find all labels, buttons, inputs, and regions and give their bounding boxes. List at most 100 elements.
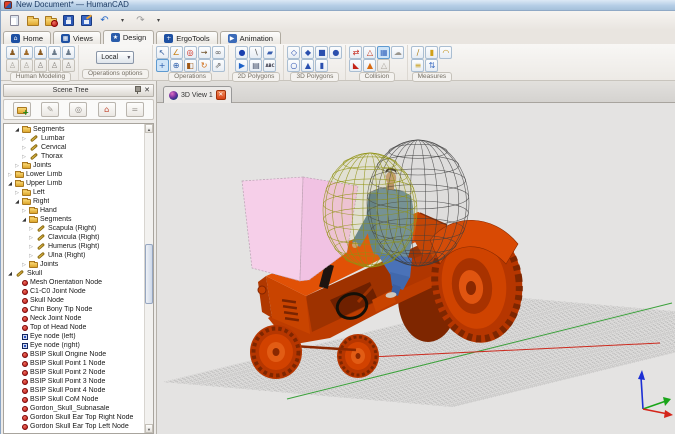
line-2d-icon[interactable]: ∖ [249, 46, 262, 59]
undo-icon[interactable]: ↶ [97, 13, 112, 28]
ribbon-tab[interactable]: + ErgoTools [156, 31, 217, 44]
polyhedron-3d-icon[interactable]: ◆ [301, 46, 314, 59]
view-tab-3d-view-1[interactable]: 3D View 1 ✕ [163, 86, 232, 103]
tree-item[interactable]: ▷ Joints [4, 161, 144, 170]
collision-warning-icon[interactable]: ▲ [363, 59, 376, 72]
close-document-icon[interactable] [43, 13, 58, 28]
collision-object-icon[interactable]: ◣ [349, 59, 362, 72]
options-button[interactable]: = [126, 102, 144, 117]
tree-item[interactable]: Mesh Orientation Node [4, 278, 144, 287]
group-label[interactable]: 2D Polygons [232, 72, 281, 82]
tree-expand-arrow[interactable]: ▷ [14, 163, 20, 169]
collision-triangle-icon[interactable]: △ [363, 46, 376, 59]
rotate-icon[interactable]: ↻ [198, 59, 211, 72]
scrollbar-thumb[interactable] [145, 244, 153, 304]
ribbon-tab[interactable]: ⌂ Home [3, 31, 51, 44]
tree-expand-arrow[interactable]: ◢ [14, 127, 20, 133]
tree-item[interactable]: Eye node (right) [4, 341, 144, 350]
tree-item[interactable]: BSIP Skull Point 1 Node [4, 359, 144, 368]
tree-item[interactable]: ◢ Right [4, 197, 144, 206]
tree-item[interactable]: ◢ Segments [4, 125, 144, 134]
tree-item[interactable]: C1-C0 Joint Node [4, 287, 144, 296]
tree-expand-arrow[interactable]: ◢ [7, 181, 13, 187]
tree-item[interactable]: Eye node (left) [4, 332, 144, 341]
tree-item[interactable]: Skull Node [4, 296, 144, 305]
tree-expand-arrow[interactable]: ▷ [14, 190, 20, 196]
save-icon[interactable] [61, 13, 76, 28]
tree-expand-arrow[interactable]: ▷ [21, 208, 27, 214]
tree-expand-arrow[interactable]: ▷ [28, 244, 34, 250]
rotate-manikin-icon[interactable]: ♟ [62, 46, 75, 59]
undo-caret-icon[interactable]: ▾ [115, 13, 130, 28]
tree-item[interactable]: BSIP Skull Point 2 Node [4, 368, 144, 377]
tree-item[interactable]: ▷ Left [4, 188, 144, 197]
redo-caret-icon[interactable]: ▾ [151, 13, 166, 28]
tree-item[interactable]: ▷ Ulna (Right) [4, 251, 144, 260]
save-as-icon[interactable] [79, 13, 94, 28]
horizontal-ruler-icon[interactable]: ≡ [411, 59, 424, 72]
scroll-up-icon[interactable]: ▲ [145, 124, 153, 133]
tree-item[interactable]: Gordon Skull Ear Top Right Node [4, 413, 144, 422]
box-3d-icon[interactable]: ■ [315, 46, 328, 59]
tree-expand-arrow[interactable]: ▷ [28, 226, 34, 232]
link-icon[interactable]: ∞ [212, 46, 225, 59]
tree-item[interactable]: BSIP Skull Point 4 Node [4, 386, 144, 395]
measure-pencil-icon[interactable]: ∕ [411, 46, 424, 59]
tree-scrollbar[interactable]: ▲ ▼ [144, 124, 153, 433]
tree-expand-arrow[interactable]: ◢ [7, 271, 13, 277]
local-coordinates-dropdown[interactable]: Local ▼ [96, 51, 134, 64]
move-icon[interactable]: + [156, 59, 169, 72]
manikin-tool-icon-2[interactable]: ♙ [20, 59, 33, 72]
new-document-icon[interactable] [7, 13, 22, 28]
tree-item[interactable]: Gordon Skull Ear Top Left Node [4, 422, 144, 431]
angle-icon[interactable]: ∠ [170, 46, 183, 59]
text-2d-icon[interactable]: ABC [263, 59, 276, 72]
triangle-2d-icon[interactable]: ▶ [235, 59, 248, 72]
tree-item[interactable]: ▷ Lumbar [4, 134, 144, 143]
picker-icon[interactable]: ⇝ [198, 46, 211, 59]
tree-expand-arrow[interactable]: ◢ [14, 199, 20, 205]
manikin-tool-icon-5[interactable]: ♙ [62, 59, 75, 72]
add-node-button[interactable] [13, 102, 31, 117]
posture-manikin-icon[interactable]: ♟ [48, 46, 61, 59]
group-label[interactable]: 3D Polygons [290, 72, 339, 82]
tree-expand-arrow[interactable]: ▷ [21, 262, 27, 268]
tree-item[interactable]: ◢ Upper Limb [4, 179, 144, 188]
tree-expand-arrow[interactable]: ▷ [21, 136, 27, 142]
home-node-button[interactable]: ⌂ [98, 102, 116, 117]
group-label[interactable]: Collision [359, 72, 396, 82]
open-folder-icon[interactable] [25, 13, 40, 28]
tree-item[interactable]: ◢ Skull [4, 269, 144, 278]
ribbon-tab[interactable]: ▦ Views [53, 31, 101, 44]
ruler-icon[interactable]: ▮ [425, 46, 438, 59]
manikin-tool-icon-4[interactable]: ♙ [48, 59, 61, 72]
target-icon[interactable]: ◎ [184, 46, 197, 59]
tree-item[interactable]: BSIP Skull Point 3 Node [4, 377, 144, 386]
close-view-icon[interactable]: ✕ [216, 90, 226, 100]
close-icon[interactable]: ✕ [144, 86, 150, 95]
record-node-button[interactable]: ◎ [69, 102, 87, 117]
tree-item[interactable]: ◢ Segments [4, 215, 144, 224]
bend-manikin-icon[interactable]: ♟ [20, 46, 33, 59]
ribbon-tab[interactable]: ▶ Animation [220, 31, 281, 44]
polyline-2d-icon[interactable]: ▤ [249, 59, 262, 72]
tree-item[interactable]: ▷ Cervical [4, 143, 144, 152]
move-to-icon[interactable]: ⊕ [170, 59, 183, 72]
cylinder-3d-icon[interactable]: ▮ [315, 59, 328, 72]
tree-expand-arrow[interactable]: ▷ [21, 145, 27, 151]
manikin-tool-icon-1[interactable]: ♙ [6, 59, 19, 72]
viewport-3d[interactable] [157, 103, 675, 434]
reach-envelope-olive[interactable] [323, 153, 417, 267]
curve-measure-icon[interactable]: ◠ [439, 46, 452, 59]
transform-icon[interactable]: ◧ [184, 59, 197, 72]
tree-item[interactable]: ▷ Scapula (Right) [4, 224, 144, 233]
tree-item[interactable]: ▷ Thorax [4, 152, 144, 161]
tree-item[interactable]: BSIP Skull CoM Node [4, 395, 144, 404]
group-label[interactable]: Operations options [82, 69, 149, 79]
group-label[interactable]: Measures [412, 72, 453, 82]
tree-item[interactable]: ▷ Humerus (Right) [4, 242, 144, 251]
prism-3d-icon[interactable]: ◇ [287, 46, 300, 59]
redo-icon[interactable]: ↷ [133, 13, 148, 28]
torus-3d-icon[interactable]: ○ [287, 59, 300, 72]
tree-item[interactable]: ▷ Clavicula (Right) [4, 233, 144, 242]
